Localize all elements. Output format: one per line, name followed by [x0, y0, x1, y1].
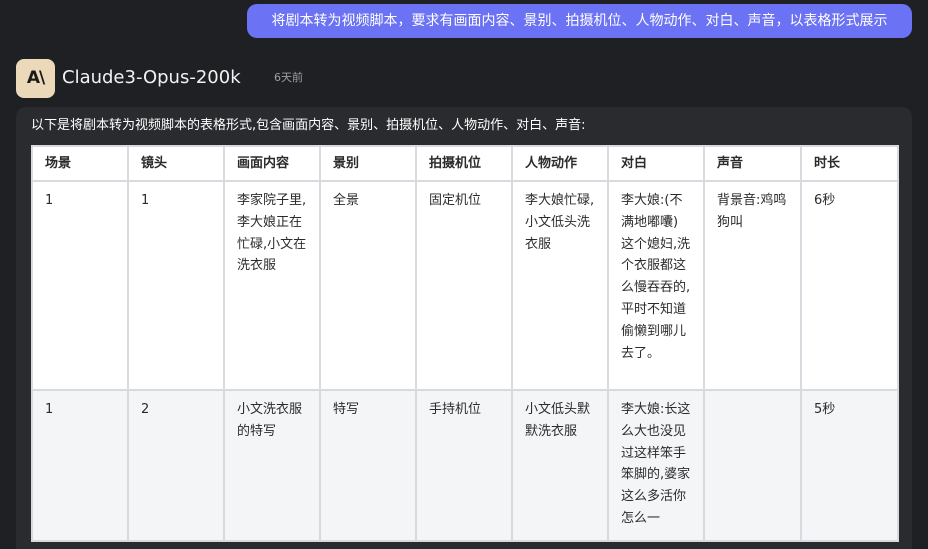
cell-duration: 6秒: [800, 180, 899, 391]
cell-sound: 背景音:鸡鸣狗叫: [703, 180, 802, 391]
video-script-table: 场景 镜头 画面内容 景别 拍摄机位 人物动作 对白 声音 时长 1 1 李家院…: [31, 145, 899, 542]
model-name: Claude3-Opus-200k: [62, 67, 241, 88]
cell-shot: 1: [127, 180, 225, 391]
header-shot-size: 景别: [319, 145, 417, 182]
chat-page: 将剧本转为视频脚本，要求有画面内容、景别、拍摄机位、人物动作、对白、声音，以表格…: [0, 0, 928, 549]
header-duration: 时长: [800, 145, 899, 182]
header-frame-content: 画面内容: [223, 145, 321, 182]
cell-frame-content: 小文洗衣服的特写: [223, 389, 321, 542]
table-row: 1 2 小文洗衣服的特写 特写 手持机位 小文低头默默洗衣服 李大娘:长这么大也…: [31, 389, 899, 542]
cell-character-action: 李大娘忙碌,小文低头洗衣服: [511, 180, 609, 391]
cell-camera-position: 固定机位: [415, 180, 513, 391]
claude-avatar-icon: A\: [16, 59, 55, 98]
cell-dialogue: 李大娘:(不满地嘟囔)这个媳妇,洗个衣服都这么慢吞吞的,平时不知道偷懒到哪儿去了…: [607, 180, 705, 391]
cell-sound: [703, 389, 802, 542]
header-camera-position: 拍摄机位: [415, 145, 513, 182]
cell-shot-size: 特写: [319, 389, 417, 542]
message-timestamp: 6天前: [274, 71, 303, 84]
table-row: 1 1 李家院子里,李大娘正在忙碌,小文在洗衣服 全景 固定机位 李大娘忙碌,小…: [31, 180, 899, 391]
assistant-intro-text: 以下是将剧本转为视频脚本的表格形式,包含画面内容、景别、拍摄机位、人物动作、对白…: [31, 118, 586, 133]
cell-camera-position: 手持机位: [415, 389, 513, 542]
cell-scene: 1: [31, 389, 129, 542]
cell-character-action: 小文低头默默洗衣服: [511, 389, 609, 542]
cell-scene: 1: [31, 180, 129, 391]
cell-frame-content: 李家院子里,李大娘正在忙碌,小文在洗衣服: [223, 180, 321, 391]
cell-dialogue: 李大娘:长这么大也没见过这样笨手笨脚的,婆家这么多活你怎么一: [607, 389, 705, 542]
cell-duration: 5秒: [800, 389, 899, 542]
user-message-text: 将剧本转为视频脚本，要求有画面内容、景别、拍摄机位、人物动作、对白、声音，以表格…: [271, 13, 888, 29]
user-message-bubble: 将剧本转为视频脚本，要求有画面内容、景别、拍摄机位、人物动作、对白、声音，以表格…: [247, 4, 912, 38]
header-character-action: 人物动作: [511, 145, 609, 182]
avatar-logo-text: A\: [26, 68, 45, 88]
cell-shot-size: 全景: [319, 180, 417, 391]
header-scene: 场景: [31, 145, 129, 182]
header-dialogue: 对白: [607, 145, 705, 182]
cell-shot: 2: [127, 389, 225, 542]
header-shot: 镜头: [127, 145, 225, 182]
table-header-row: 场景 镜头 画面内容 景别 拍摄机位 人物动作 对白 声音 时长: [31, 145, 899, 182]
header-sound: 声音: [703, 145, 802, 182]
